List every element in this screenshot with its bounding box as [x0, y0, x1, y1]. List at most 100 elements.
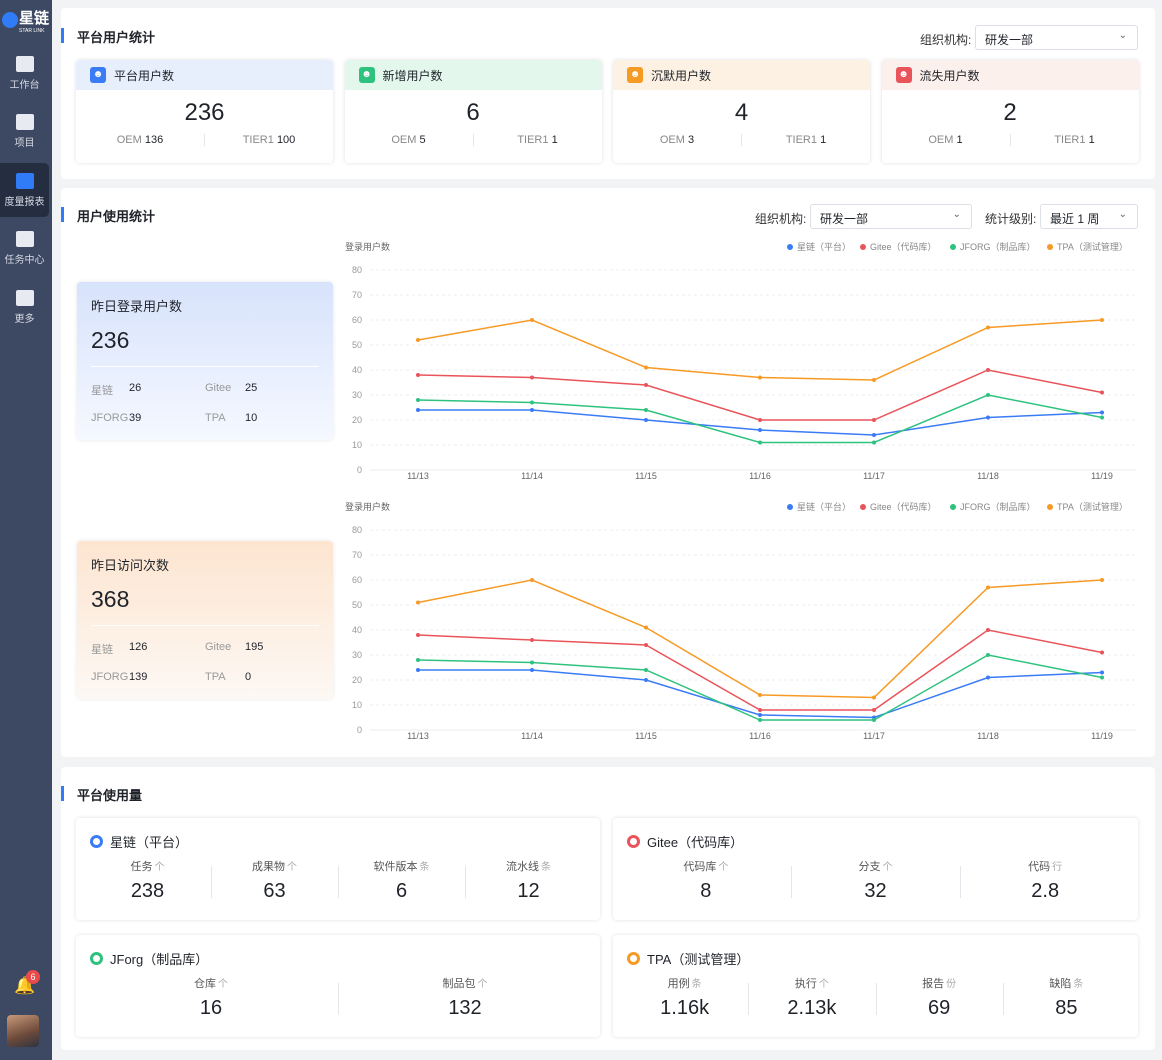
metric-unit: 个: [883, 862, 893, 873]
data-point: [986, 416, 990, 420]
notification-badge: 6: [26, 970, 40, 984]
metric-value: 85: [1003, 997, 1130, 1020]
oem-count: OEM 3: [613, 134, 742, 146]
data-point: [1100, 578, 1104, 582]
metric: 任务个238: [84, 858, 211, 903]
org-label: 组织机构:: [920, 31, 971, 48]
oem-count: OEM 136: [76, 134, 205, 146]
stat-card-header: ☻流失用户数: [882, 60, 1139, 90]
data-point: [416, 633, 420, 637]
data-point: [530, 408, 534, 412]
data-point: [872, 418, 876, 422]
metric: 软件版本条6: [338, 858, 465, 903]
legend-item: 星链（平台）: [797, 501, 851, 512]
usage-card-title: 星链（平台）: [110, 832, 188, 851]
stat-card-header: ☻新增用户数: [345, 60, 602, 90]
home-icon: [16, 56, 34, 72]
metric: 流水线条12: [465, 858, 592, 903]
data-point: [758, 693, 762, 697]
item-label: TPA: [205, 412, 245, 424]
y-tick-label: 30: [352, 390, 362, 400]
y-tick-label: 70: [352, 290, 362, 300]
data-point: [644, 366, 648, 370]
y-tick-label: 50: [352, 600, 362, 610]
more-icon: [16, 290, 34, 306]
metric: 代码库个8: [621, 858, 791, 903]
data-point: [644, 418, 648, 422]
metric-unit: 条: [1073, 979, 1083, 990]
data-point: [644, 626, 648, 630]
usage-card: Gitee（代码库）代码库个8分支个32代码行2.8: [613, 818, 1138, 920]
logo[interactable]: 星链STAR LINK: [2, 8, 50, 32]
y-tick-label: 0: [357, 725, 362, 735]
x-tick-label: 11/18: [977, 731, 999, 741]
legend-item: Gitee（代码库）: [870, 501, 937, 512]
legend-dot-icon: [787, 244, 793, 250]
data-point: [986, 368, 990, 372]
level-select[interactable]: 最近 1 周⌄: [1040, 204, 1138, 229]
y-tick-label: 50: [352, 340, 362, 350]
org-select[interactable]: 研发一部⌄: [810, 204, 972, 229]
data-point: [986, 676, 990, 680]
item-label: Gitee: [205, 641, 245, 657]
metric: 执行个2.13k: [748, 975, 875, 1020]
usage-card: JForg（制品库）仓库个16制品包个132: [76, 935, 600, 1037]
card-value: 368: [91, 586, 319, 626]
chevron-down-icon: ⌄: [1119, 209, 1127, 220]
metric-value: 63: [211, 880, 338, 903]
data-point: [416, 601, 420, 605]
avatar[interactable]: [7, 1015, 39, 1047]
logo-text: 星链: [19, 10, 49, 27]
sidebar: 星链STAR LINK 工作台 项目 度量报表 任务中心 更多 🔔 6: [0, 0, 52, 1060]
oem-value: 136: [145, 134, 163, 146]
y-tick-label: 30: [352, 650, 362, 660]
data-point: [986, 653, 990, 657]
metric-unit: 个: [478, 979, 488, 990]
y-tick-label: 10: [352, 700, 362, 710]
tier1-value: 1: [820, 134, 826, 146]
stat-value: 2: [882, 99, 1139, 127]
metric: 报告份69: [876, 975, 1003, 1020]
sidebar-item-workbench[interactable]: 工作台: [0, 46, 49, 100]
nav-label: 工作台: [10, 76, 40, 91]
data-point: [1100, 671, 1104, 675]
level-label: 统计级别:: [985, 210, 1036, 227]
user-icon: ☻: [896, 67, 912, 83]
nav-label: 任务中心: [5, 251, 45, 266]
sidebar-item-reports[interactable]: 度量报表: [0, 163, 49, 217]
x-tick-label: 11/16: [749, 731, 771, 741]
data-point: [530, 638, 534, 642]
data-point: [1100, 676, 1104, 680]
legend-dot-icon: [1047, 504, 1053, 510]
data-point: [530, 376, 534, 380]
metric: 仓库个16: [84, 975, 338, 1020]
oem-value: 1: [957, 134, 963, 146]
chart-title: 登录用户数: [345, 241, 390, 252]
sidebar-item-more[interactable]: 更多: [0, 280, 49, 334]
item-label: JFORG: [91, 412, 129, 424]
org-select[interactable]: 研发一部⌄: [975, 25, 1138, 50]
data-point: [1100, 651, 1104, 655]
data-point: [416, 338, 420, 342]
metric-value: 2.13k: [748, 997, 875, 1020]
data-point: [530, 578, 534, 582]
legend-dot-icon: [1047, 244, 1053, 250]
stat-value: 6: [345, 99, 602, 127]
legend-item: JFORG（制品库）: [960, 241, 1036, 252]
metric-label: 任务: [131, 861, 153, 873]
data-point: [416, 398, 420, 402]
section-title: 平台使用量: [77, 785, 142, 804]
login-users-card: 昨日登录用户数 236 星链26 Gitee25 JFORG39 TPA10: [77, 282, 333, 440]
metric-value: 6: [338, 880, 465, 903]
sidebar-item-tasks[interactable]: 任务中心: [0, 221, 49, 275]
data-point: [644, 643, 648, 647]
y-tick-label: 20: [352, 415, 362, 425]
sidebar-item-projects[interactable]: 项目: [0, 104, 49, 158]
metric-value: 238: [84, 880, 211, 903]
data-point: [1100, 391, 1104, 395]
y-tick-label: 80: [352, 525, 362, 535]
item-value: 25: [245, 382, 285, 398]
item-value: 26: [129, 382, 205, 398]
data-point: [986, 628, 990, 632]
tier1-count: TIER1 1: [1011, 134, 1139, 146]
